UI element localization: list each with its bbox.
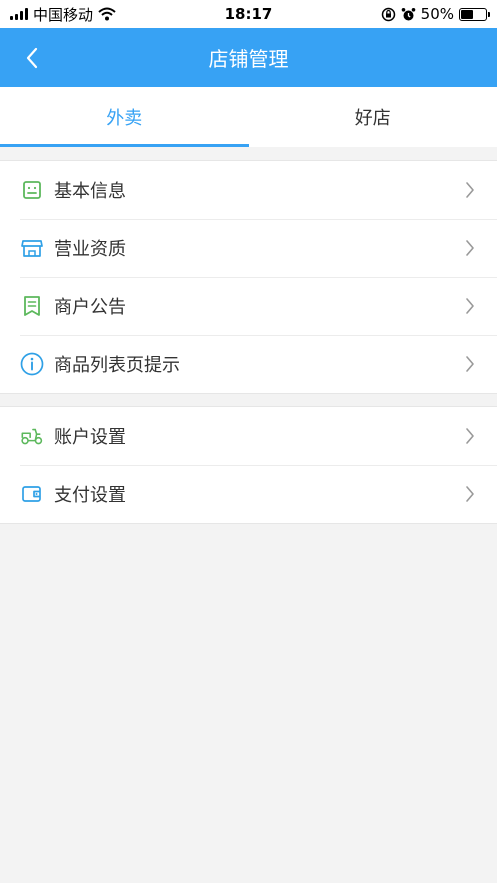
page-title: 店铺管理 (208, 47, 289, 71)
menu-item-label: 支付设置 (54, 485, 126, 506)
chevron-left-icon (26, 47, 38, 69)
menu-item-account-settings[interactable]: 账户设置 (0, 407, 497, 465)
chevron-right-icon (463, 484, 477, 504)
chevron-right-icon (463, 238, 477, 258)
menu-item-label: 商户公告 (54, 297, 126, 318)
navigation-bar: 店铺管理 (0, 28, 497, 87)
menu-group-store: 基本信息 营业资质 商户公告 商品列表页提示 (0, 160, 497, 394)
scooter-icon (20, 424, 44, 448)
menu-item-merchant-notice[interactable]: 商户公告 (0, 277, 497, 335)
storefront-icon (20, 236, 44, 260)
menu-item-label: 账户设置 (54, 427, 126, 448)
tab-good-store[interactable]: 好店 (249, 87, 497, 147)
battery-icon (459, 7, 490, 21)
wallet-icon (20, 482, 44, 506)
rotation-lock-icon (381, 7, 395, 21)
tab-bar: 外卖 好店 (0, 87, 497, 147)
info-icon (20, 352, 44, 376)
menu-item-product-list-tip[interactable]: 商品列表页提示 (0, 335, 497, 393)
menu-item-label: 营业资质 (54, 239, 126, 260)
menu-item-label: 商品列表页提示 (54, 355, 180, 376)
menu-item-payment-settings[interactable]: 支付设置 (0, 465, 497, 523)
id-card-icon (20, 178, 44, 202)
menu-item-basic-info[interactable]: 基本信息 (0, 161, 497, 219)
chevron-right-icon (463, 296, 477, 316)
chevron-right-icon (463, 354, 477, 374)
battery-percent: 50% (420, 5, 454, 23)
signal-icon (10, 8, 28, 20)
chevron-right-icon (463, 426, 477, 446)
menu-group-account: 账户设置 支付设置 (0, 406, 497, 524)
wifi-icon (98, 7, 116, 21)
notice-icon (20, 294, 44, 318)
tab-takeout[interactable]: 外卖 (0, 87, 249, 147)
alarm-icon (401, 7, 415, 20)
menu-item-label: 基本信息 (54, 181, 126, 202)
carrier-label: 中国移动 (33, 5, 94, 24)
chevron-right-icon (463, 180, 477, 200)
status-bar: 中国移动 18:17 50% (0, 0, 497, 28)
back-button[interactable] (14, 38, 50, 78)
menu-item-business-license[interactable]: 营业资质 (0, 219, 497, 277)
